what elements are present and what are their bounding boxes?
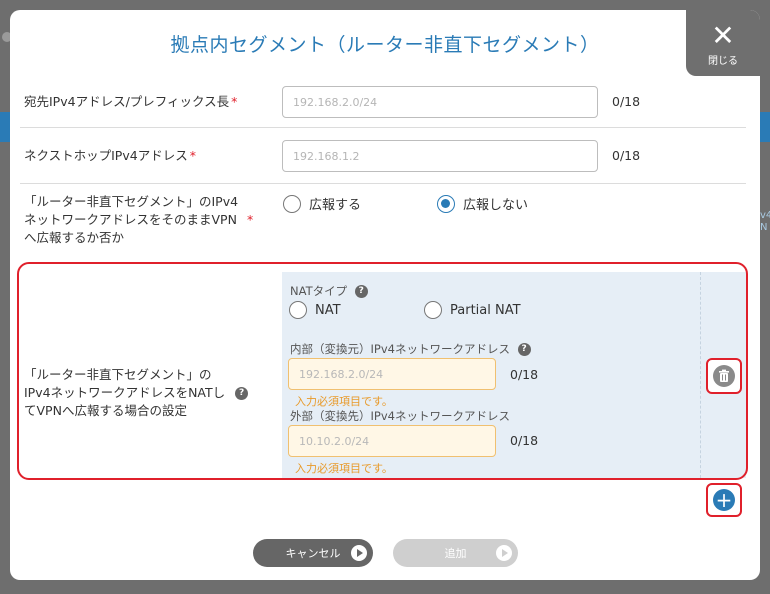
delete-highlight	[706, 358, 742, 394]
play-icon	[351, 545, 367, 561]
add-highlight: +	[706, 483, 742, 517]
dialog-title: 拠点内セグメント（ルーター非直下セグメント）	[170, 34, 600, 56]
nat-type-partial-radio[interactable]	[424, 301, 442, 319]
advertise-no-radio[interactable]	[437, 194, 455, 213]
nat-type-nat-radio[interactable]	[289, 301, 307, 319]
required-mark: *	[231, 94, 238, 109]
plus-icon: +	[715, 488, 733, 512]
help-icon[interactable]: ?	[235, 387, 249, 400]
nat-type-nat-option[interactable]: NAT	[289, 301, 341, 319]
background-page-text: v4 N	[760, 210, 770, 233]
outer-address-error: 入力必須項目です。	[295, 462, 393, 475]
nexthop-row: ネクストホップIPv4アドレス* 0/18	[20, 128, 746, 184]
advertise-label: 「ルーター非直下セグメント」のIPv4 ネットワークアドレスをそのままVPN * …	[24, 194, 254, 245]
nat-type-partial-option[interactable]: Partial NAT	[424, 301, 521, 319]
inner-address-counter: 0/18	[510, 367, 539, 382]
inner-address-label: 内部（変換元）IPv4ネットワークアドレス ?	[290, 341, 531, 357]
add-row-button[interactable]: +	[713, 489, 735, 511]
delete-row-button[interactable]	[713, 365, 735, 387]
advertise-no-option[interactable]: 広報しない	[437, 194, 528, 213]
outer-address-label: 外部（変換先）IPv4ネットワークアドレス	[290, 409, 510, 423]
nexthop-input[interactable]	[282, 140, 598, 172]
nexthop-counter: 0/18	[612, 148, 641, 163]
help-icon[interactable]: ?	[517, 343, 531, 356]
dest-label: 宛先IPv4アドレス/プレフィックス長 *	[24, 94, 238, 109]
outer-address-counter: 0/18	[510, 433, 539, 448]
advertise-yes-radio[interactable]	[283, 194, 301, 213]
help-icon[interactable]: ?	[354, 285, 368, 298]
required-mark: *	[246, 212, 254, 227]
advertise-yes-option[interactable]: 広報する	[283, 194, 361, 213]
inner-address-error: 入力必須項目です。	[295, 395, 393, 408]
nexthop-label: ネクストホップIPv4アドレス *	[24, 148, 196, 163]
required-mark: *	[189, 148, 196, 163]
trash-icon	[719, 369, 729, 382]
dest-row: 宛先IPv4アドレス/プレフィックス長* 0/18	[20, 80, 746, 128]
nat-type-label: NATタイプ ?	[290, 283, 368, 299]
outer-address-input[interactable]	[288, 425, 496, 457]
nat-section-label: 「ルーター非直下セグメント」の IPv4ネットワークアドレスをNATし ? てV…	[24, 366, 249, 420]
play-icon	[496, 545, 512, 561]
dest-counter: 0/18	[612, 94, 641, 109]
cancel-button[interactable]: キャンセル	[253, 539, 373, 567]
dest-input[interactable]	[282, 86, 598, 118]
inner-address-input[interactable]	[288, 358, 496, 390]
add-button[interactable]: 追加	[393, 539, 518, 567]
